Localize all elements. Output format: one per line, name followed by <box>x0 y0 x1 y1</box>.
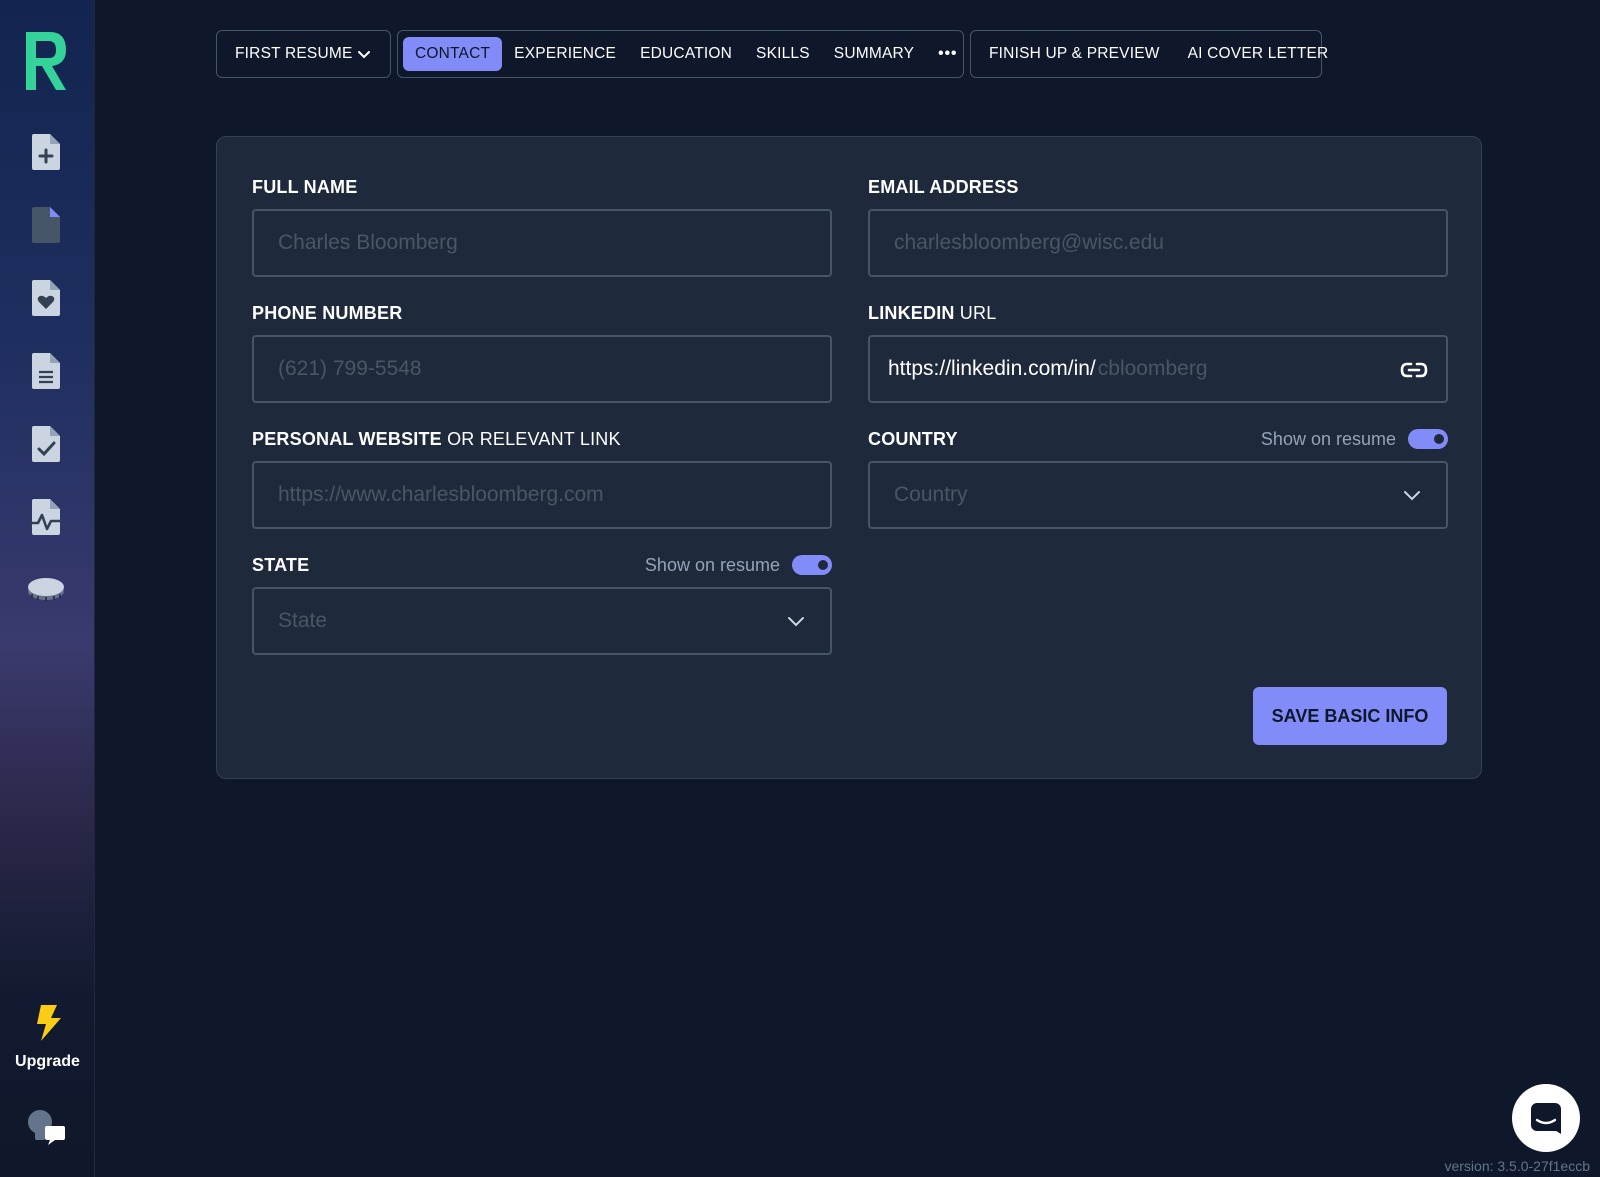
email-input-box <box>868 209 1448 277</box>
full-name-field: FULL NAME <box>252 175 832 277</box>
secondary-tabs: FINISH UP & PREVIEW AI COVER LETTER <box>970 30 1328 78</box>
tab-summary[interactable]: SUMMARY <box>822 37 926 71</box>
tab-ai-cover-letter[interactable]: AI COVER LETTER <box>1178 37 1339 71</box>
state-show-toggle[interactable] <box>792 555 832 575</box>
linkedin-label: LINKEDIN URL <box>868 302 997 323</box>
country-select-placeholder: Country <box>894 483 968 506</box>
country-field: COUNTRY Show on resume Country <box>868 427 1448 529</box>
state-label: STATE <box>252 554 310 575</box>
section-tabs: CONTACT EXPERIENCE EDUCATION SKILLS SUMM… <box>397 30 964 78</box>
state-field: STATE Show on resume State <box>252 553 832 655</box>
contact-form-card: FULL NAME EMAIL ADDRESS PHONE NUMBER LIN… <box>216 136 1482 779</box>
phone-input-box <box>252 335 832 403</box>
country-show-on-resume: Show on resume <box>1261 429 1448 450</box>
document-icon[interactable] <box>28 205 64 245</box>
phone-field: PHONE NUMBER <box>252 301 832 403</box>
state-select-placeholder: State <box>278 609 328 632</box>
chevron-down-icon <box>358 51 370 59</box>
country-toggle-label: Show on resume <box>1260 428 1396 449</box>
app-root: Upgrade FIRST RESUME CONTACT EXPERIENCE … <box>0 0 1600 1177</box>
website-input[interactable] <box>278 483 806 507</box>
phone-label: PHONE NUMBER <box>252 302 403 323</box>
email-field: EMAIL ADDRESS <box>868 175 1448 277</box>
state-show-on-resume: Show on resume <box>645 555 832 576</box>
more-tabs-button[interactable]: ••• <box>926 37 969 71</box>
linkedin-field: LINKEDIN URL https://linkedin.com/in/ <box>868 301 1448 403</box>
tab-contact[interactable]: CONTACT <box>403 37 503 71</box>
lightbulb-chat-icon[interactable] <box>24 1108 68 1148</box>
full-name-label: FULL NAME <box>252 176 358 197</box>
new-document-icon[interactable] <box>28 132 64 172</box>
state-toggle-label: Show on resume <box>644 554 780 575</box>
tab-finish-up-preview[interactable]: FINISH UP & PREVIEW <box>979 37 1170 71</box>
sidebar: Upgrade <box>0 0 95 1177</box>
country-select[interactable]: Country <box>868 461 1448 529</box>
email-input[interactable] <box>894 231 1422 255</box>
checked-document-icon[interactable] <box>28 424 64 464</box>
phone-input[interactable] <box>278 357 806 381</box>
version-label: version: 3.5.0-27f1eccb <box>1444 1158 1590 1174</box>
lightning-icon <box>36 1005 61 1041</box>
activity-document-icon[interactable] <box>28 497 64 537</box>
linkedin-input[interactable] <box>1095 357 1386 381</box>
country-show-toggle[interactable] <box>1408 429 1448 449</box>
save-basic-info-button[interactable]: SAVE BASIC INFO <box>1253 687 1447 745</box>
state-select[interactable]: State <box>252 587 832 655</box>
link-icon <box>1400 362 1428 378</box>
upgrade-button[interactable]: Upgrade <box>0 1004 95 1071</box>
text-document-icon[interactable] <box>28 351 64 391</box>
chevron-down-icon <box>788 617 804 627</box>
resume-select-label: FIRST RESUME <box>235 45 353 62</box>
tab-skills[interactable]: SKILLS <box>744 37 822 71</box>
linkedin-input-box: https://linkedin.com/in/ <box>868 335 1448 403</box>
linkedin-url-prefix: https://linkedin.com/in/ <box>888 357 1096 380</box>
website-label: PERSONAL WEBSITE OR RELEVANT LINK <box>252 428 621 449</box>
coin-icon[interactable] <box>26 570 66 610</box>
chat-icon <box>1531 1103 1561 1134</box>
chevron-down-icon <box>1404 491 1420 501</box>
country-label: COUNTRY <box>868 428 958 449</box>
website-field: PERSONAL WEBSITE OR RELEVANT LINK <box>252 427 832 529</box>
favorite-document-icon[interactable] <box>28 278 64 318</box>
website-input-box <box>252 461 832 529</box>
full-name-input-box <box>252 209 832 277</box>
full-name-input[interactable] <box>278 231 806 255</box>
email-label: EMAIL ADDRESS <box>868 176 1019 197</box>
resume-select-dropdown[interactable]: FIRST RESUME <box>216 30 391 78</box>
chat-launcher-button[interactable] <box>1512 1084 1580 1152</box>
tab-experience[interactable]: EXPERIENCE <box>502 37 628 71</box>
resume-logo-icon[interactable] <box>22 28 70 94</box>
tab-education[interactable]: EDUCATION <box>628 37 744 71</box>
upgrade-label: Upgrade <box>15 1053 80 1070</box>
